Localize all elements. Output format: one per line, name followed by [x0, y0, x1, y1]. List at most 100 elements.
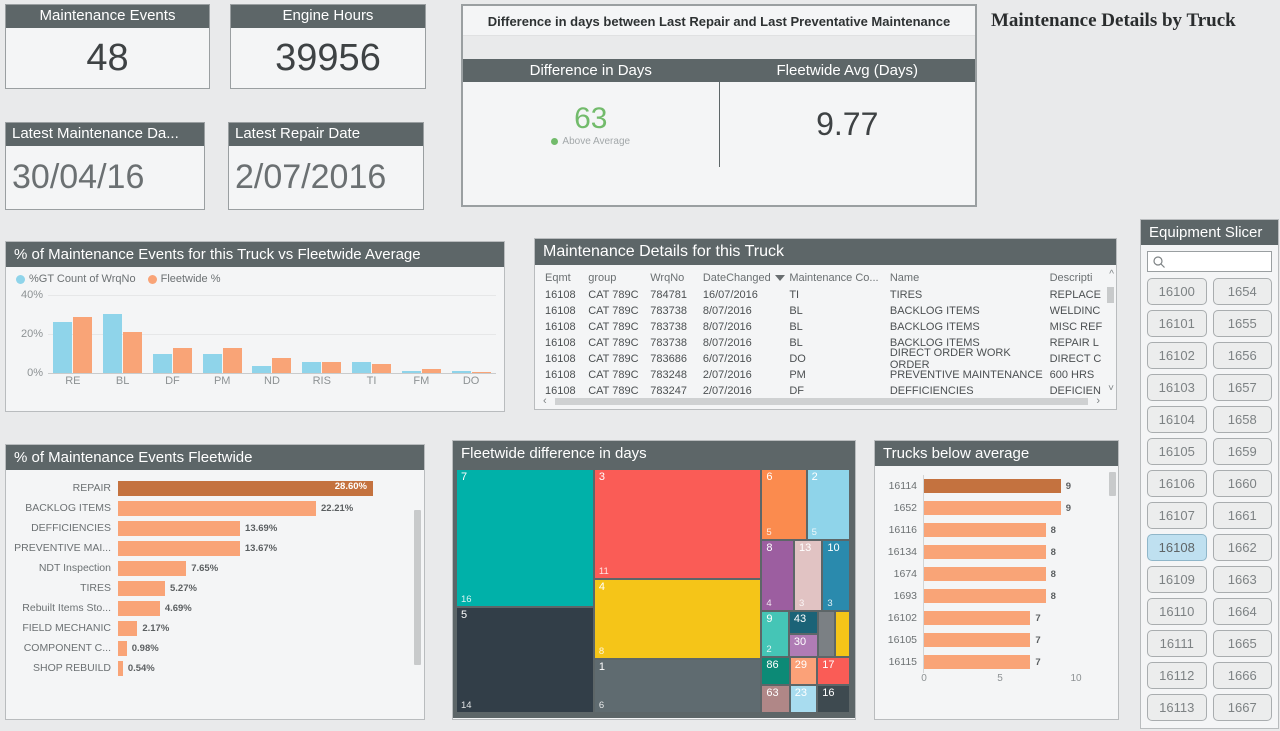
- truck-bar[interactable]: [924, 655, 1031, 669]
- slicer-item-16112[interactable]: 16112: [1147, 662, 1207, 689]
- table-row[interactable]: 16108 CAT 789C 783738 8/07/2016 BL BACKLOG IT…: [535, 303, 1116, 319]
- truck-bar[interactable]: [924, 633, 1031, 647]
- treemap-tile[interactable]: 43: [789, 611, 818, 633]
- fleetwide-events-scrollbar[interactable]: [414, 510, 421, 665]
- slicer-items-grid[interactable]: 16100 16101 16102 16103 16104 16105 16106 16107…: [1141, 274, 1278, 721]
- table-row[interactable]: 16108 CAT 789C 783248 2/07/2016 PM PREVENTIVE…: [535, 367, 1116, 383]
- treemap-tile[interactable]: 30: [789, 634, 818, 656]
- table-row[interactable]: 16108 CAT 789C 783738 8/07/2016 BL BACKLOG IT…: [535, 319, 1116, 335]
- treemap-card[interactable]: Fleetwide difference in days 7 16 5 14 3 11 4 8…: [452, 440, 856, 720]
- column-group[interactable]: [297, 295, 347, 373]
- truck-bar[interactable]: [924, 501, 1061, 515]
- fleetwide-bar-row[interactable]: REPAIR 28.60%: [6, 478, 414, 498]
- slicer-item-1658[interactable]: 1658: [1212, 406, 1272, 433]
- truck-bar-row[interactable]: 1652 9: [879, 497, 1110, 519]
- treemap-plot[interactable]: 7 16 5 14 3 11 4 8 1 6 6 5 2 5 8 4 13 3 10 3 9 2 43 30 86 29 17 63 2…: [457, 470, 851, 714]
- bar-DO-series1[interactable]: [451, 370, 471, 373]
- column-header-datechanged[interactable]: DateChanged: [703, 272, 789, 284]
- bar-ND-series1[interactable]: [252, 366, 272, 373]
- legend-item-series-1[interactable]: %GT Count of WrqNo: [16, 273, 136, 285]
- kpi-latest-maintenance-date[interactable]: Latest Maintenance Da... 30/04/16: [5, 122, 205, 210]
- column-header-eqmt[interactable]: Eqmt: [545, 272, 588, 284]
- treemap-tile[interactable]: 16: [818, 685, 849, 712]
- column-group[interactable]: [247, 295, 297, 373]
- treemap-tile[interactable]: 29: [790, 657, 817, 684]
- slicer-item-1659[interactable]: 1659: [1212, 438, 1272, 465]
- truck-bar[interactable]: [924, 567, 1046, 581]
- bar-PM-series1[interactable]: [202, 353, 222, 373]
- fleetwide-bar-row[interactable]: FIELD MECHANIC 2.17%: [6, 618, 414, 638]
- truck-bar-row[interactable]: 16102 7: [879, 607, 1110, 629]
- table-scroll-down-icon[interactable]: ˅: [1108, 383, 1114, 394]
- slicer-item-1654[interactable]: 1654: [1212, 278, 1272, 305]
- treemap-tile[interactable]: 92: [762, 611, 788, 656]
- bar-TI-series1[interactable]: [352, 362, 372, 373]
- column-group[interactable]: [197, 295, 247, 373]
- column-header-group[interactable]: group: [588, 272, 650, 284]
- trucks-below-average-bars[interactable]: 16114 9 1652 9 16116 8 16134 8 1674 8 1693 8 16102 7 1…: [879, 475, 1110, 673]
- treemap-tile[interactable]: [836, 611, 849, 656]
- fleetwide-bar[interactable]: [118, 540, 240, 556]
- treemap-tile[interactable]: 84: [762, 540, 794, 610]
- treemap-tile[interactable]: [819, 611, 835, 656]
- sort-descending-icon[interactable]: [774, 274, 785, 281]
- truck-bar-row[interactable]: 1693 8: [879, 585, 1110, 607]
- fleetwide-bar-row[interactable]: DEFFICIENCIES 13.69%: [6, 518, 414, 538]
- treemap-tile[interactable]: 13 3: [795, 540, 822, 610]
- slicer-item-16104[interactable]: 16104: [1147, 406, 1207, 433]
- kpi-latest-repair-date[interactable]: Latest Repair Date 2/07/2016: [228, 122, 424, 210]
- slicer-item-1655[interactable]: 1655: [1212, 310, 1272, 337]
- column-header-wrqno[interactable]: WrqNo: [650, 272, 703, 284]
- bar-BL-series1[interactable]: [103, 313, 123, 373]
- truck-vs-fleet-plot[interactable]: 0% 20% 40%: [21, 289, 496, 379]
- bar-ND-series2[interactable]: [272, 358, 292, 373]
- slicer-item-16109[interactable]: 16109: [1147, 566, 1207, 593]
- slicer-column-left[interactable]: 16100 16101 16102 16103 16104 16105 16106 16107…: [1147, 278, 1207, 721]
- slicer-item-1665[interactable]: 1665: [1212, 630, 1272, 657]
- slicer-item-16100[interactable]: 16100: [1147, 278, 1207, 305]
- slicer-item-1661[interactable]: 1661: [1212, 502, 1272, 529]
- slicer-item-16103[interactable]: 16103: [1147, 374, 1207, 401]
- bar-RIS-series2[interactable]: [322, 362, 342, 373]
- slicer-item-1666[interactable]: 1666: [1212, 662, 1272, 689]
- table-vertical-scrollbar-thumb[interactable]: [1107, 287, 1114, 303]
- slicer-item-16111[interactable]: 16111: [1147, 630, 1207, 657]
- truck-bar-row[interactable]: 16105 7: [879, 629, 1110, 651]
- kpi-maintenance-events[interactable]: Maintenance Events 48: [5, 4, 210, 89]
- treemap-tile[interactable]: 16: [594, 660, 761, 712]
- slicer-item-1667[interactable]: 1667: [1212, 694, 1272, 721]
- table-row[interactable]: 16108 CAT 789C 784781 16/07/2016 TI TIRES REPL…: [535, 287, 1116, 303]
- treemap-tile[interactable]: 23: [790, 685, 817, 712]
- truck-bar-row[interactable]: 1674 8: [879, 563, 1110, 585]
- bar-FM-series1[interactable]: [401, 370, 421, 373]
- fleetwide-bar[interactable]: [118, 520, 241, 536]
- truck-bar[interactable]: [924, 545, 1046, 559]
- fleetwide-events-bars[interactable]: REPAIR 28.60% BACKLOG ITEMS 22.21% DEFFICIEN…: [6, 478, 414, 678]
- difference-panel[interactable]: Difference in days between Last Repair a…: [461, 4, 977, 207]
- bar-TI-series2[interactable]: [372, 363, 392, 373]
- bar-RE-series1[interactable]: [53, 322, 73, 373]
- kpi-engine-hours[interactable]: Engine Hours 39956: [230, 4, 426, 89]
- column-group[interactable]: [347, 295, 397, 373]
- truck-vs-fleet-card[interactable]: % of Maintenance Events for this Truck v…: [5, 241, 505, 412]
- fleetwide-bar[interactable]: [118, 500, 317, 516]
- slicer-item-16102[interactable]: 16102: [1147, 342, 1207, 369]
- slicer-item-1662[interactable]: 1662: [1212, 534, 1272, 561]
- bar-DF-series1[interactable]: [152, 353, 172, 373]
- difference-in-days-column[interactable]: Difference in Days 63 Above Average: [463, 59, 719, 167]
- slicer-item-1660[interactable]: 1660: [1212, 470, 1272, 497]
- scroll-right-icon[interactable]: ›: [1096, 395, 1100, 407]
- equipment-slicer-card[interactable]: Equipment Slicer 16100 16101 16102 16103 161…: [1140, 219, 1279, 729]
- truck-bar-row[interactable]: 16115 7: [879, 651, 1110, 673]
- treemap-tile[interactable]: 5 14: [457, 607, 593, 712]
- fleetwide-bar-row[interactable]: SHOP REBUILD 0.54%: [6, 658, 414, 678]
- trucks-below-average-scrollbar[interactable]: [1109, 472, 1116, 496]
- truck-bar-row[interactable]: 16134 8: [879, 541, 1110, 563]
- column-group[interactable]: [396, 295, 446, 373]
- fleetwide-bar[interactable]: 28.60%: [118, 480, 373, 496]
- slicer-item-1657[interactable]: 1657: [1212, 374, 1272, 401]
- treemap-tile[interactable]: 48: [594, 579, 761, 659]
- bar-RE-series2[interactable]: [73, 317, 93, 373]
- treemap-tile[interactable]: 25: [807, 470, 849, 539]
- slicer-search-input[interactable]: [1166, 254, 1271, 269]
